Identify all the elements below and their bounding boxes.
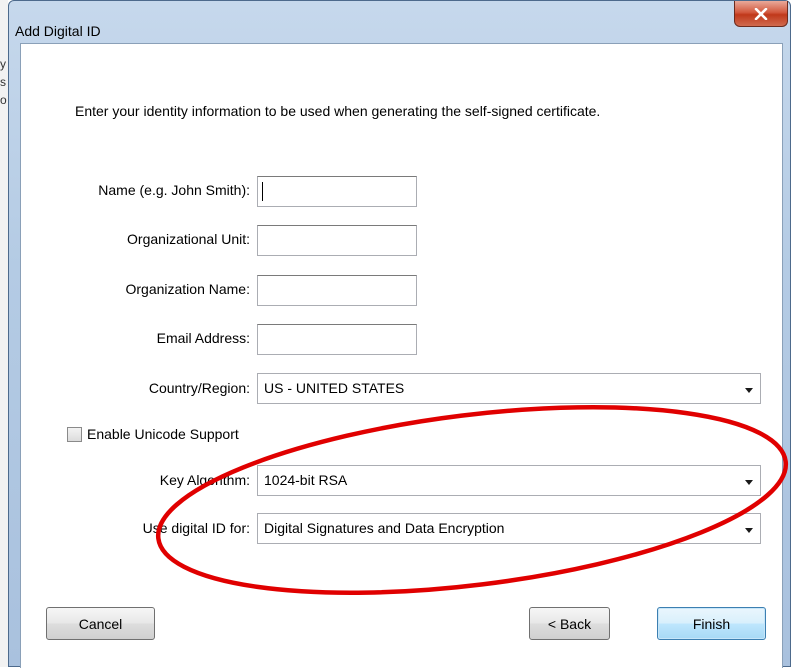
intro-text: Enter your identity information to be us…	[75, 103, 601, 119]
text-caret	[262, 182, 263, 201]
cancel-button[interactable]: Cancel	[46, 607, 155, 640]
email-label: Email Address:	[156, 330, 250, 346]
finish-button[interactable]: Finish	[657, 607, 766, 640]
background-glyph: y	[0, 57, 6, 71]
close-button[interactable]	[734, 1, 788, 27]
dropdown-arrow-icon[interactable]	[744, 385, 754, 395]
use-for-label: Use digital ID for:	[142, 520, 250, 536]
use-for-value: Digital Signatures and Data Encryption	[264, 520, 505, 536]
dropdown-arrow-icon[interactable]	[744, 477, 754, 487]
country-select[interactable]: US - UNITED STATES	[257, 373, 761, 404]
key-algorithm-select[interactable]: 1024-bit RSA	[257, 465, 761, 496]
name-input[interactable]	[257, 176, 417, 207]
org-name-label: Organization Name:	[125, 281, 250, 297]
background-glyph: s	[0, 75, 6, 89]
use-for-select[interactable]: Digital Signatures and Data Encryption	[257, 513, 761, 544]
unicode-checkbox[interactable]	[67, 426, 82, 442]
country-value: US - UNITED STATES	[264, 380, 405, 396]
org-name-input[interactable]	[257, 275, 417, 306]
background-glyph: o	[0, 93, 7, 107]
dialog-body: Enter your identity information to be us…	[20, 43, 783, 668]
org-unit-label: Organizational Unit:	[127, 231, 250, 247]
dialog-window: Add Digital ID Enter your identity infor…	[8, 0, 791, 668]
unicode-label[interactable]: Enable Unicode Support	[87, 426, 239, 442]
background-app-edge: y s o	[0, 0, 8, 667]
back-button[interactable]: < Back	[529, 607, 610, 640]
name-label: Name (e.g. John Smith):	[98, 182, 250, 198]
dropdown-arrow-icon[interactable]	[744, 525, 754, 535]
org-unit-input[interactable]	[257, 225, 417, 256]
title-bar[interactable]: Add Digital ID	[9, 1, 790, 41]
email-input[interactable]	[257, 324, 417, 355]
key-algorithm-label: Key Algorithm:	[159, 472, 250, 488]
window-title: Add Digital ID	[15, 23, 101, 39]
key-algorithm-value: 1024-bit RSA	[264, 472, 348, 488]
country-label: Country/Region:	[148, 380, 250, 396]
unicode-option[interactable]: Enable Unicode Support	[67, 425, 239, 443]
close-icon	[754, 7, 768, 20]
